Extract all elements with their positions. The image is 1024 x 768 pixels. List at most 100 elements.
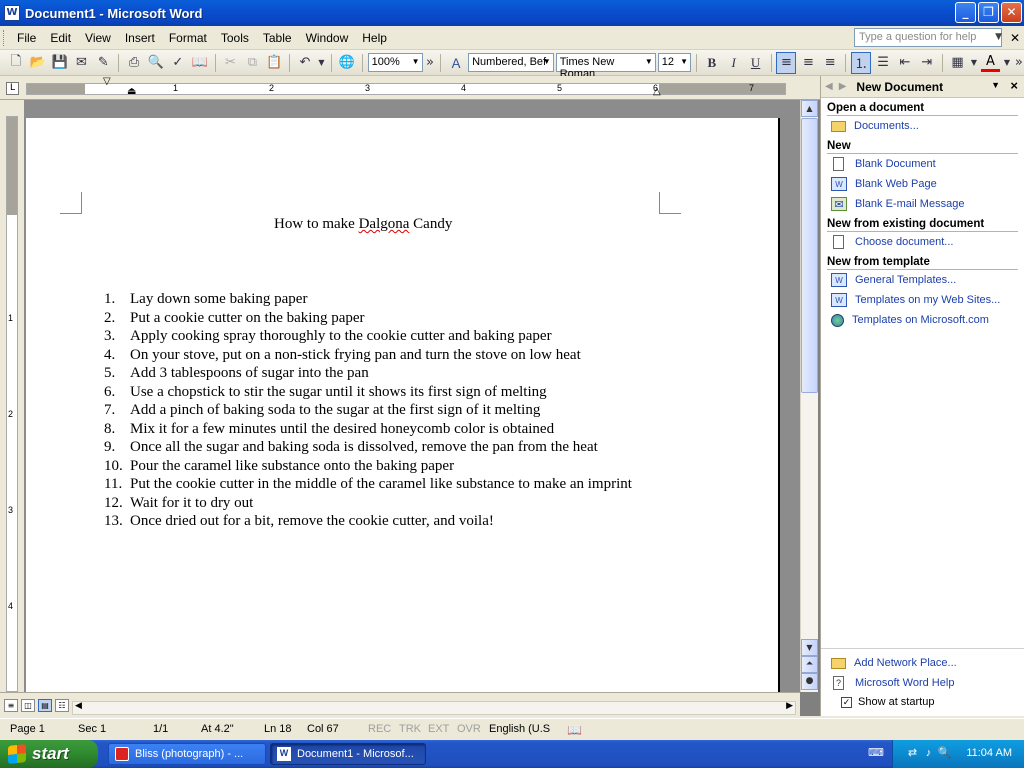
list-item[interactable]: 1. Lay down some baking paper: [104, 290, 644, 309]
ruler-strip[interactable]: 1 2 3 4 5 6 7 ▽ ⏏ △: [26, 76, 786, 97]
zoom-select[interactable]: 100% ▼: [367, 53, 423, 72]
bold-button[interactable]: B: [702, 52, 722, 74]
help-dropdown-icon[interactable]: ▼: [995, 32, 1002, 42]
research-icon[interactable]: 📖: [190, 52, 210, 74]
blank-document-link[interactable]: Blank Document: [821, 154, 1024, 174]
documents-link[interactable]: Documents...: [821, 116, 1024, 136]
menu-grip[interactable]: [3, 29, 6, 46]
list-item[interactable]: 5. Add 3 tablespoons of sugar into the pa…: [104, 364, 644, 383]
font-select[interactable]: Times New Roman ▼: [555, 53, 656, 80]
menu-table[interactable]: Table: [256, 31, 299, 45]
font-color-dropdown-icon[interactable]: ▼: [1002, 52, 1011, 74]
document-close-icon[interactable]: ✕: [1010, 31, 1020, 45]
scroll-right-icon[interactable]: ▶: [786, 701, 793, 711]
italic-button[interactable]: I: [724, 52, 744, 74]
hanging-indent-marker[interactable]: ⏏: [127, 86, 136, 97]
menu-help[interactable]: Help: [355, 31, 394, 45]
copy-icon[interactable]: ⧉: [242, 52, 262, 74]
misspelled-word[interactable]: Dalgona: [359, 216, 410, 232]
menu-format[interactable]: Format: [162, 31, 214, 45]
scroll-down-icon[interactable]: ▼: [801, 639, 818, 656]
network-icon[interactable]: ⇄: [905, 746, 920, 761]
menu-file[interactable]: File: [10, 31, 43, 45]
outline-view-icon[interactable]: ☷: [55, 699, 69, 712]
list-item[interactable]: 6. Use a chopstick to stir the sugar unti…: [104, 383, 644, 402]
align-right-icon[interactable]: ≡: [820, 52, 840, 74]
permission-icon[interactable]: ✉: [72, 52, 92, 74]
list-item[interactable]: 3. Apply cooking spray thoroughly to the …: [104, 327, 644, 346]
search-icon[interactable]: 🔍: [937, 746, 952, 761]
normal-view-icon[interactable]: ≡: [4, 699, 18, 712]
email-icon[interactable]: ✎: [93, 52, 113, 74]
borders-dropdown-icon[interactable]: ▼: [969, 52, 978, 74]
browse-object-icon[interactable]: ●: [801, 673, 818, 690]
print-icon[interactable]: ⎙: [124, 52, 144, 74]
status-ovr[interactable]: OVR: [457, 723, 481, 735]
list-item[interactable]: 8. Mix it for a few minutes until the des…: [104, 420, 644, 439]
checkbox-checked-icon[interactable]: ✓: [841, 696, 852, 708]
vertical-scroll-thumb[interactable]: [801, 118, 818, 393]
help-question-input[interactable]: Type a question for help: [854, 28, 1002, 47]
microsoft-templates-link[interactable]: Templates on Microsoft.com: [821, 310, 1024, 330]
show-at-startup-checkbox[interactable]: ✓ Show at startup: [821, 693, 1024, 711]
hyperlink-globe-icon[interactable]: 🌐: [337, 52, 357, 74]
undo-dropdown-icon[interactable]: ▼: [317, 52, 326, 74]
list-item[interactable]: 4. On your stove, put on a non-stick fryi…: [104, 346, 644, 365]
blank-web-page-link[interactable]: W Blank Web Page: [821, 174, 1024, 194]
menu-window[interactable]: Window: [299, 31, 356, 45]
horizontal-scrollbar[interactable]: ◀ ▶: [72, 701, 796, 715]
keyboard-icon[interactable]: ⌨: [868, 746, 884, 760]
decrease-indent-icon[interactable]: ⇤: [895, 52, 915, 74]
align-center-icon[interactable]: ≡: [798, 52, 818, 74]
toolbar-options-icon[interactable]: »: [425, 52, 436, 74]
status-ext[interactable]: EXT: [428, 723, 449, 735]
menu-view[interactable]: View: [78, 31, 118, 45]
menu-insert[interactable]: Insert: [118, 31, 162, 45]
horizontal-ruler[interactable]: L 1 2 3 4 5 6 7 ▽ ⏏ △: [0, 76, 820, 100]
scroll-left-icon[interactable]: ◀: [75, 701, 82, 711]
scroll-up-icon[interactable]: ▲: [801, 100, 818, 117]
document-page[interactable]: How to make Dalgona Candy 1. Lay down som…: [26, 118, 780, 692]
add-network-place-link[interactable]: Add Network Place...: [821, 653, 1024, 673]
style-select[interactable]: Numbered, Bef ▼: [468, 53, 554, 72]
styles-icon[interactable]: Ａ: [446, 52, 466, 74]
underline-button[interactable]: U: [746, 52, 766, 74]
save-icon[interactable]: 💾: [50, 52, 70, 74]
bullets-icon[interactable]: ☰: [873, 52, 893, 74]
status-trk[interactable]: TRK: [399, 723, 421, 735]
web-layout-view-icon[interactable]: ◫: [21, 699, 35, 712]
document-title[interactable]: How to make Dalgona Candy: [274, 216, 452, 233]
start-button[interactable]: start: [0, 740, 98, 768]
general-templates-link[interactable]: W General Templates...: [821, 270, 1024, 290]
spelling-icon[interactable]: ✓: [168, 52, 188, 74]
task-pane-close-icon[interactable]: ×: [1010, 78, 1018, 93]
first-line-indent-marker[interactable]: ▽: [103, 76, 111, 87]
choose-document-link[interactable]: Choose document...: [821, 232, 1024, 252]
status-language[interactable]: English (U.S: [489, 723, 550, 735]
back-arrow-icon[interactable]: ◀: [825, 81, 833, 92]
word-app-icon[interactable]: W: [4, 5, 20, 21]
vertical-ruler-strip[interactable]: 1 2 3 4: [6, 116, 18, 692]
toolbar-options-icon[interactable]: »: [1013, 52, 1024, 74]
close-button[interactable]: ✕: [1001, 2, 1022, 23]
taskbar-item-bliss[interactable]: Bliss (photograph) - ...: [108, 743, 266, 765]
list-item[interactable]: 10. Pour the caramel like substance onto …: [104, 457, 644, 476]
paste-icon[interactable]: 📋: [264, 52, 284, 74]
forward-arrow-icon[interactable]: ▶: [839, 81, 847, 92]
new-document-icon[interactable]: 🗋: [6, 52, 26, 74]
task-pane-menu-icon[interactable]: ▼: [991, 80, 1000, 90]
clock[interactable]: 11:04 AM: [966, 747, 1012, 759]
list-item[interactable]: 7. Add a pinch of baking soda to the suga…: [104, 401, 644, 420]
list-item[interactable]: 12. Wait for it to dry out: [104, 494, 644, 513]
right-indent-marker[interactable]: △: [653, 86, 661, 97]
minimize-button[interactable]: _: [955, 2, 976, 23]
list-item[interactable]: 13. Once dried out for a bit, remove the …: [104, 512, 644, 531]
restore-button[interactable]: ❐: [978, 2, 999, 23]
list-item[interactable]: 2. Put a cookie cutter on the baking pape…: [104, 309, 644, 328]
list-item[interactable]: 11. Put the cookie cutter in the middle o…: [104, 475, 644, 494]
align-left-icon[interactable]: ≡: [776, 51, 797, 74]
font-color-button[interactable]: A: [980, 54, 1001, 72]
borders-icon[interactable]: ▦: [948, 52, 968, 74]
list-item[interactable]: 9. Once all the sugar and baking soda is …: [104, 438, 644, 457]
status-rec[interactable]: REC: [368, 723, 391, 735]
